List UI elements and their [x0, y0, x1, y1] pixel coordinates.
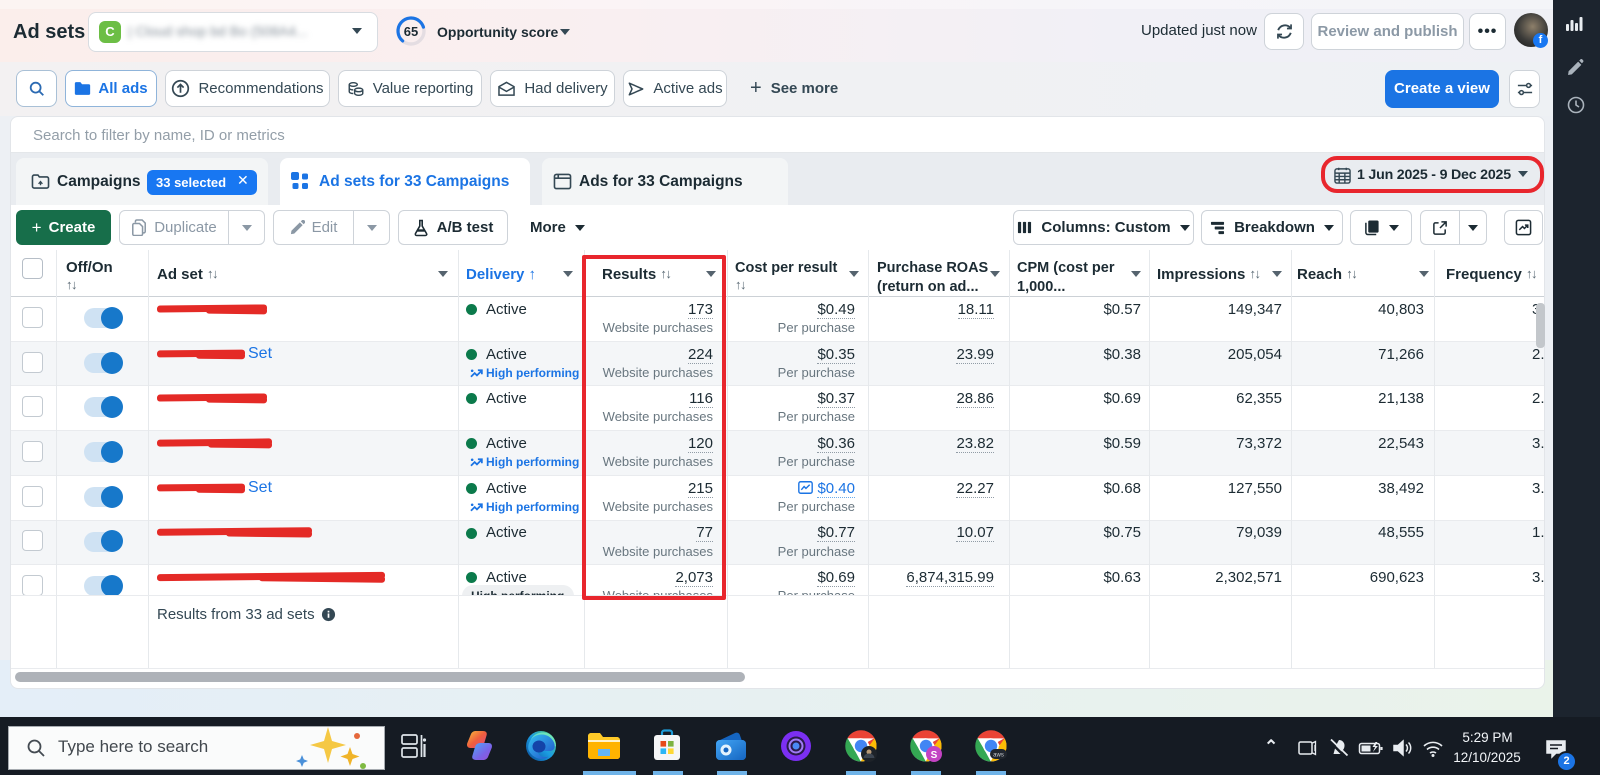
svg-text:aws: aws	[993, 753, 1004, 759]
svg-text:65: 65	[404, 24, 418, 39]
svg-text:S: S	[931, 750, 938, 761]
